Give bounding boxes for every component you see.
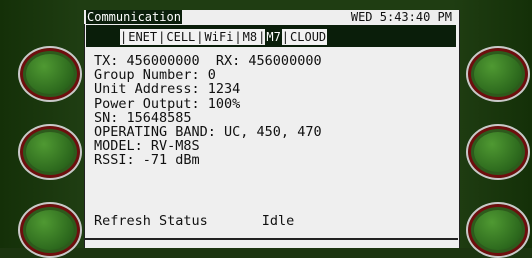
- tab-separator: |: [234, 30, 242, 44]
- datetime: WED 5:43:40 PM: [350, 10, 452, 24]
- group-number: Group Number: 0: [94, 67, 216, 84]
- screen-title: Communication: [86, 10, 182, 24]
- tab-separator: |: [120, 30, 128, 44]
- tab-wifi[interactable]: WiFi: [204, 29, 235, 45]
- left-soft-key-3[interactable]: [18, 202, 82, 258]
- operating-band: OPERATING BAND: UC, 450, 470: [94, 123, 322, 140]
- refresh-status-label[interactable]: Refresh Status: [94, 213, 208, 229]
- tab-cell[interactable]: CELL: [165, 29, 196, 45]
- tab-separator: |: [281, 30, 290, 44]
- tab-separator: |: [196, 30, 204, 44]
- model: MODEL: RV-M8S: [94, 138, 200, 155]
- title-bar: Communication WED 5:43:40 PM: [84, 10, 458, 24]
- divider: [84, 238, 458, 240]
- tab-m8[interactable]: M8: [242, 29, 258, 45]
- tab-m7[interactable]: M7: [265, 29, 282, 45]
- power-output: Power Output: 100%: [94, 95, 241, 112]
- tab-enet[interactable]: ENET: [127, 29, 158, 45]
- unit-address: Unit Address: 1234: [94, 81, 241, 98]
- right-soft-key-3[interactable]: [466, 202, 530, 258]
- rssi: RSSI: -71 dBm: [94, 152, 200, 169]
- tab-cloud[interactable]: CLOUD: [289, 29, 327, 45]
- right-soft-key-1[interactable]: [466, 46, 530, 102]
- serial-number: SN: 15648585: [94, 109, 192, 126]
- status-state: Idle: [261, 213, 295, 229]
- status-row: Refresh Status Idle: [94, 213, 294, 229]
- tab-separator: |: [158, 30, 166, 44]
- right-soft-key-2[interactable]: [466, 124, 530, 180]
- left-soft-key-2[interactable]: [18, 124, 82, 180]
- tab-bar: | ENET | CELL | WiFi | M8 | M7 | CLOUD: [86, 25, 456, 47]
- tx-rx-frequency: TX: 456000000 RX: 456000000: [94, 53, 322, 69]
- left-soft-key-1[interactable]: [18, 46, 82, 102]
- tab-separator: |: [258, 30, 266, 44]
- radio-info-panel: TX: 456000000 RX: 456000000 Group Number…: [94, 54, 454, 168]
- tab-strip: | ENET | CELL | WiFi | M8 | M7 | CLOUD: [120, 29, 328, 45]
